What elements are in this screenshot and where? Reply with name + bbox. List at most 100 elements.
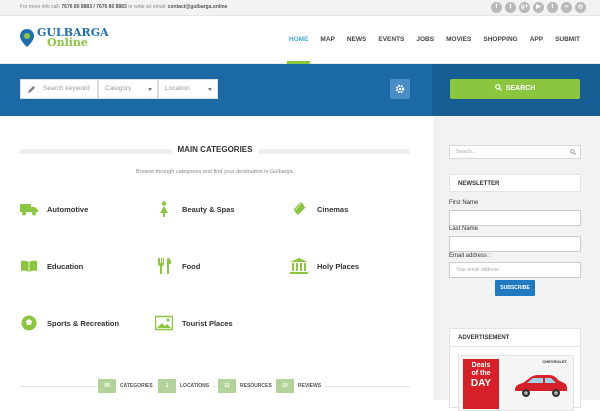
twitter-icon[interactable]: t (505, 2, 516, 13)
stats-divider (20, 386, 410, 387)
nav-home[interactable]: HOME (283, 16, 315, 64)
ticket-icon (293, 202, 306, 215)
instagram-icon[interactable]: ◎ (575, 2, 586, 13)
tripadvisor-icon[interactable]: ∞ (561, 2, 572, 13)
category-label: Cinemas (317, 204, 349, 214)
map-pin-icon (20, 29, 34, 47)
site-header: GULBARGA Online HOME MAP NEWS EVENTS JOB… (0, 16, 600, 64)
contact-info: For more info call: 7676 80 8883 / 7676 … (20, 4, 228, 10)
category-value: Category (105, 85, 132, 92)
pencil-icon (27, 85, 36, 94)
nav-submit[interactable]: SUBMIT (549, 16, 586, 64)
google-plus-icon[interactable]: g+ (519, 2, 530, 13)
sidebar-search-input[interactable]: Search... (449, 145, 581, 159)
stat-count: 59 (98, 379, 116, 393)
search-button[interactable]: SEARCH (450, 79, 580, 99)
ad-line-3: DAY (470, 378, 492, 389)
keyword-placeholder: Search keyword (43, 85, 90, 92)
search-icon (494, 84, 502, 92)
category-label: Beauty & Spas (182, 204, 235, 214)
email-field[interactable]: Your email address (449, 262, 581, 278)
category-sports-recreation[interactable]: Sports & Recreation (20, 315, 119, 331)
advertisement-title: ADVERTISEMENT (450, 329, 580, 347)
advertisement-banner[interactable]: Deals of the DAY CHEVROLET (458, 355, 574, 411)
nav-jobs[interactable]: JOBS (410, 16, 440, 64)
search-icon[interactable] (570, 149, 576, 155)
category-beauty-spas[interactable]: Beauty & Spas (155, 201, 235, 217)
newsletter-widget: NEWSLETTER First Name Last Name Email ad… (449, 174, 581, 299)
chevron-down-icon (148, 88, 152, 91)
section-title: MAIN CATEGORIES (171, 145, 259, 154)
email-label: Email address : (449, 253, 491, 259)
category-label: Sports & Recreation (47, 318, 120, 328)
stat-categories: 59 CATEGORIES (98, 379, 157, 393)
location-value: Location (165, 85, 190, 92)
car-image (515, 375, 567, 397)
fork-knife-icon (158, 258, 171, 274)
stat-count: 10 (276, 379, 294, 393)
nav-app[interactable]: APP (524, 16, 549, 64)
first-name-label: First Name (449, 200, 479, 206)
last-name-field[interactable] (449, 236, 581, 252)
category-tourist-places[interactable]: Tourist Places (155, 315, 233, 331)
book-icon (21, 260, 37, 272)
youtube-icon[interactable]: ▶ (533, 2, 544, 13)
site-stats: 59 CATEGORIES 1 LOCATIONS 12 RESOURCES 1… (20, 379, 410, 393)
chevron-down-icon (208, 88, 212, 91)
category-label: Automotive (47, 204, 89, 214)
category-select[interactable]: Category (98, 79, 158, 99)
category-food[interactable]: Food (155, 258, 200, 274)
tumblr-icon[interactable]: t (547, 2, 558, 13)
category-education[interactable]: Education (20, 258, 83, 274)
temple-icon (290, 258, 308, 274)
keyword-search-input[interactable]: Search keyword (20, 79, 98, 99)
search-button-label: SEARCH (505, 85, 536, 92)
advanced-search-button[interactable] (390, 79, 410, 99)
category-holy-places[interactable]: Holy Places (290, 258, 359, 274)
main-nav: HOME MAP NEWS EVENTS JOBS MOVIES SHOPPIN… (283, 16, 586, 64)
ad-line-2: of the (471, 370, 491, 377)
nav-news[interactable]: NEWS (341, 16, 373, 64)
category-automotive[interactable]: Automotive (20, 201, 88, 217)
contact-prefix: For more info call: (20, 4, 61, 10)
stat-label: REVIEWS (298, 383, 322, 389)
woman-icon (160, 201, 168, 217)
search-bar: Search keyword Category Location SEARCH (0, 64, 600, 116)
contact-email[interactable]: contact@gulbarga.online (168, 4, 228, 10)
email-placeholder: Your email address (456, 267, 499, 273)
section-header: MAIN CATEGORIES (20, 145, 410, 156)
stat-count: 1 (158, 379, 176, 393)
newsletter-title: NEWSLETTER (449, 174, 581, 192)
nav-map[interactable]: MAP (314, 16, 340, 64)
facebook-icon[interactable]: f (491, 2, 502, 13)
stat-resources: 12 RESOURCES (218, 379, 276, 393)
category-label: Education (47, 261, 84, 271)
stat-locations: 1 LOCATIONS (158, 379, 214, 393)
subscribe-button[interactable]: SUBSCRIBE (495, 280, 535, 296)
nav-shopping[interactable]: SHOPPING (477, 16, 523, 64)
stat-label: CATEGORIES (120, 383, 153, 389)
sidebar: Search... NEWSLETTER First Name Last Nam… (433, 116, 600, 411)
section-subtitle: Browse through categories and find your … (135, 169, 295, 175)
contact-mid: or write an email: (128, 4, 167, 10)
ad-line-1: Deals (471, 362, 491, 369)
first-name-field[interactable] (449, 210, 581, 226)
stat-reviews: 10 REVIEWS (276, 379, 326, 393)
nav-events[interactable]: EVENTS (372, 16, 410, 64)
gear-icon (395, 84, 405, 94)
ad-brand: CHEVROLET (542, 359, 567, 364)
stat-label: RESOURCES (240, 383, 272, 389)
category-label: Holy Places (317, 261, 360, 271)
contact-phones[interactable]: 7676 80 8883 / 7676 80 8883 (61, 4, 126, 10)
category-label: Food (182, 261, 201, 271)
category-cinemas[interactable]: Cinemas (290, 201, 348, 217)
stat-label: LOCATIONS (180, 383, 210, 389)
picture-icon (155, 315, 173, 331)
stat-count: 12 (218, 379, 236, 393)
advertisement-widget: ADVERTISEMENT Deals of the DAY CHEVROLET (449, 328, 581, 411)
logo-line-2: Online (47, 36, 88, 49)
location-select[interactable]: Location (158, 79, 218, 99)
top-info-bar: For more info call: 7676 80 8883 / 7676 … (0, 0, 600, 16)
nav-movies[interactable]: MOVIES (440, 16, 477, 64)
site-logo[interactable]: GULBARGA Online (20, 27, 109, 49)
